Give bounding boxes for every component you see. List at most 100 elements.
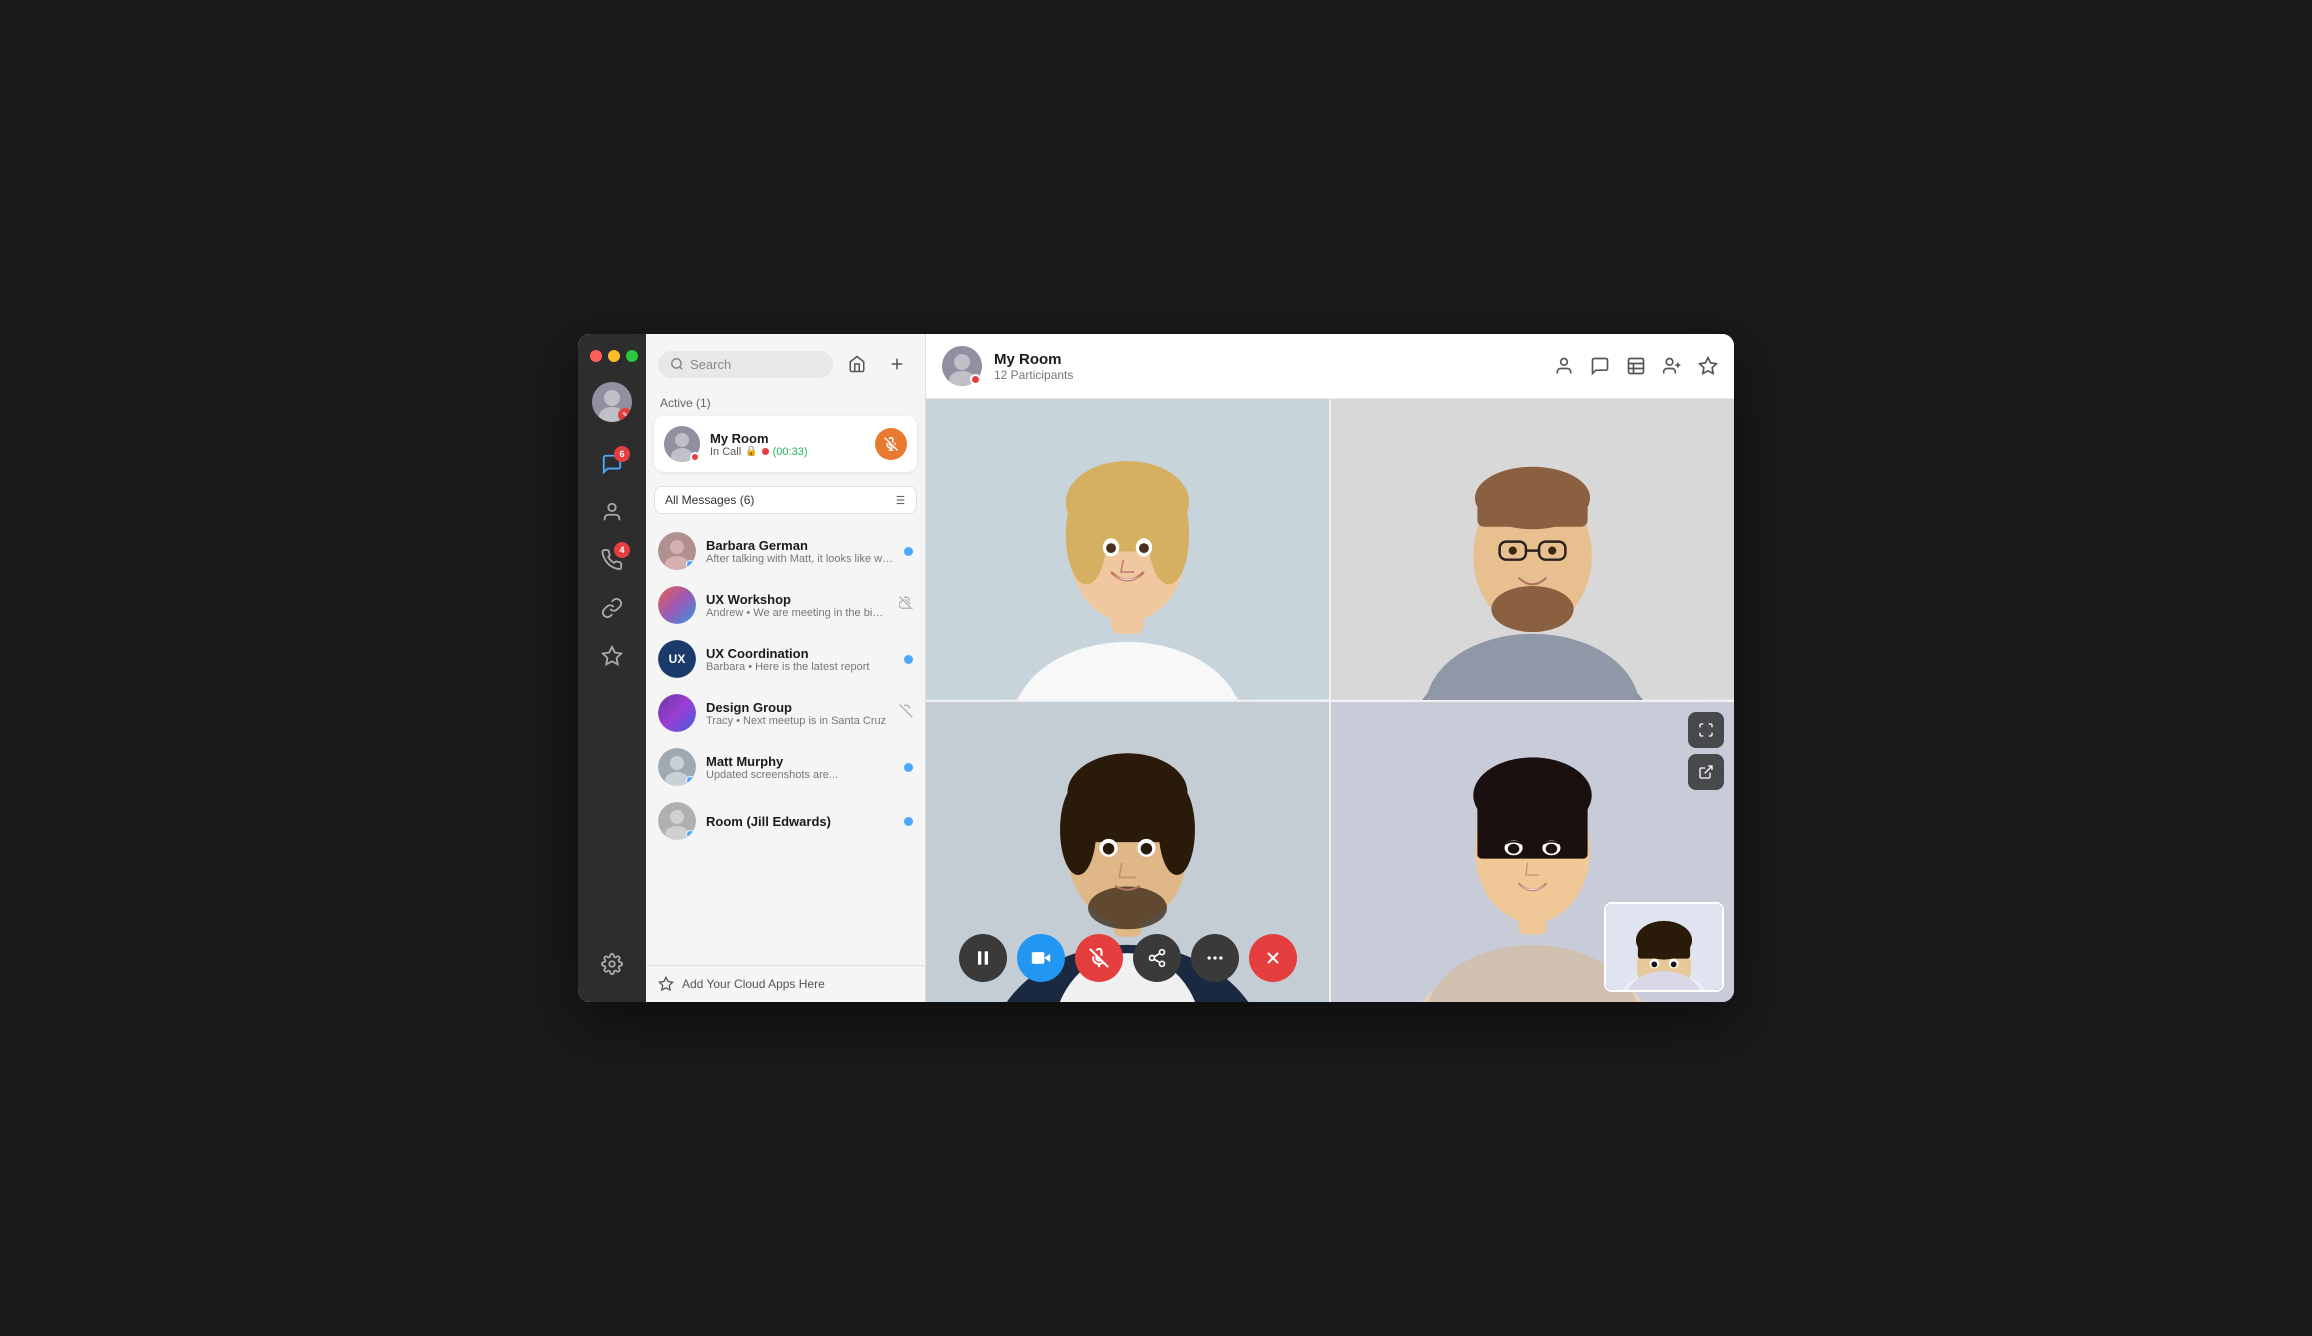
traffic-lights bbox=[578, 350, 638, 362]
list-item[interactable]: UX UX Coordination Barbara • Here is the… bbox=[646, 632, 925, 686]
conversations-list: Barbara German After talking with Matt, … bbox=[646, 520, 925, 965]
conv-avatar bbox=[658, 748, 696, 786]
conv-meta bbox=[904, 547, 913, 556]
conv-meta bbox=[899, 596, 913, 615]
filter-label: All Messages (6) bbox=[665, 493, 754, 507]
call-header-avatar bbox=[942, 346, 982, 386]
conv-preview: Barbara • Here is the latest report bbox=[706, 661, 894, 673]
add-person-action-button[interactable] bbox=[1662, 356, 1682, 376]
list-item[interactable]: Design Group Tracy • Next meetup is in S… bbox=[646, 686, 925, 740]
conv-meta bbox=[904, 763, 913, 772]
in-call-label: In Call bbox=[710, 446, 741, 458]
share-icon bbox=[1147, 948, 1167, 968]
search-icon bbox=[670, 357, 684, 371]
person-action-button[interactable] bbox=[1554, 356, 1574, 376]
mute-call-button[interactable] bbox=[875, 428, 907, 460]
conv-info: Room (Jill Edwards) bbox=[706, 814, 894, 829]
cloud-apps-footer[interactable]: Add Your Cloud Apps Here bbox=[646, 965, 925, 1002]
conv-name: Design Group bbox=[706, 700, 889, 715]
active-call-item[interactable]: My Room In Call 🔒 (00:33) bbox=[654, 416, 917, 472]
sidebar-item-integrations[interactable] bbox=[590, 634, 634, 678]
active-call-info: My Room In Call 🔒 (00:33) bbox=[710, 431, 865, 458]
unread-indicator bbox=[904, 547, 913, 556]
video-cell-2 bbox=[1331, 399, 1734, 700]
list-item[interactable]: Barbara German After talking with Matt, … bbox=[646, 524, 925, 578]
sidebar-item-settings[interactable] bbox=[590, 942, 634, 986]
conv-info: UX Coordination Barbara • Here is the la… bbox=[706, 646, 894, 673]
conv-meta bbox=[904, 655, 913, 664]
chat-icon bbox=[1590, 356, 1610, 376]
sparkle-action-button[interactable] bbox=[1698, 356, 1718, 376]
main-call-view: My Room 12 Participants bbox=[926, 334, 1734, 1002]
list-item[interactable]: Matt Murphy Updated screenshots are... bbox=[646, 740, 925, 794]
sidebar-bottom bbox=[590, 942, 634, 1002]
conv-preview: After talking with Matt, it looks like w… bbox=[706, 553, 894, 565]
sidebar-item-calls[interactable]: 4 bbox=[590, 538, 634, 582]
conv-name: Barbara German bbox=[706, 538, 894, 553]
video-button[interactable] bbox=[1017, 934, 1065, 982]
conv-name: UX Workshop bbox=[706, 592, 889, 607]
lock-icon: 🔒 bbox=[745, 446, 757, 457]
list-item[interactable]: Room (Jill Edwards) bbox=[646, 794, 925, 848]
conv-avatar bbox=[658, 802, 696, 840]
search-bar[interactable]: Search bbox=[658, 351, 833, 378]
more-icon bbox=[1205, 948, 1225, 968]
active-call-status-dot bbox=[690, 452, 700, 462]
sidebar-item-contacts[interactable] bbox=[590, 490, 634, 534]
header-status-dot bbox=[970, 374, 981, 385]
sidebar-item-links[interactable] bbox=[590, 586, 634, 630]
unread-dot bbox=[686, 830, 695, 839]
conv-avatar bbox=[658, 532, 696, 570]
call-header-actions bbox=[1554, 356, 1718, 376]
user-avatar[interactable]: ✎ bbox=[592, 382, 632, 422]
layout-action-button[interactable] bbox=[1626, 356, 1646, 376]
conv-preview: Andrew • We are meeting in the big conf.… bbox=[706, 607, 889, 619]
mic-button[interactable] bbox=[1075, 934, 1123, 982]
sidebar: ✎ 6 4 bbox=[578, 334, 646, 1002]
fullscreen-button[interactable] bbox=[1688, 712, 1724, 748]
chat-action-button[interactable] bbox=[1590, 356, 1610, 376]
home-icon bbox=[848, 355, 866, 373]
edit-badge: ✎ bbox=[618, 408, 632, 422]
view-controls bbox=[1688, 712, 1724, 790]
cloud-apps-label: Add Your Cloud Apps Here bbox=[682, 977, 825, 991]
filter-select[interactable]: All Messages (6) bbox=[654, 486, 917, 514]
sidebar-navigation: 6 4 bbox=[578, 442, 646, 942]
home-icon-button[interactable] bbox=[841, 348, 873, 380]
messages-badge: 6 bbox=[614, 446, 630, 462]
call-timer: (00:33) bbox=[773, 446, 808, 458]
maximize-button[interactable] bbox=[626, 350, 638, 362]
list-item[interactable]: UX Workshop Andrew • We are meeting in t… bbox=[646, 578, 925, 632]
video-icon bbox=[1031, 948, 1051, 968]
filter-icon bbox=[892, 493, 906, 507]
unread-indicator bbox=[904, 655, 913, 664]
self-view-thumbnail bbox=[1604, 902, 1724, 992]
cloud-apps-icon bbox=[658, 976, 674, 992]
unread-indicator bbox=[904, 763, 913, 772]
external-view-button[interactable] bbox=[1688, 754, 1724, 790]
unread-dot bbox=[686, 560, 695, 569]
conv-name: Room (Jill Edwards) bbox=[706, 814, 894, 829]
pause-button[interactable] bbox=[959, 934, 1007, 982]
pause-icon bbox=[973, 948, 993, 968]
active-section-label: Active (1) bbox=[646, 390, 925, 416]
messages-header: Search bbox=[646, 334, 925, 390]
conv-meta bbox=[899, 704, 913, 723]
active-call-avatar bbox=[664, 426, 700, 462]
messages-panel: Search Active (1) bbox=[646, 334, 926, 1002]
end-call-button[interactable] bbox=[1249, 934, 1297, 982]
compose-button[interactable] bbox=[881, 348, 913, 380]
video-cell-4 bbox=[1331, 702, 1734, 1003]
call-header: My Room 12 Participants bbox=[926, 334, 1734, 399]
conv-meta bbox=[904, 817, 913, 826]
minimize-button[interactable] bbox=[608, 350, 620, 362]
external-icon bbox=[1698, 764, 1714, 780]
more-button[interactable] bbox=[1191, 934, 1239, 982]
close-button[interactable] bbox=[590, 350, 602, 362]
conv-avatar bbox=[658, 586, 696, 624]
muted-icon bbox=[899, 704, 913, 723]
unread-dot bbox=[686, 776, 695, 785]
share-button[interactable] bbox=[1133, 934, 1181, 982]
sidebar-item-messages[interactable]: 6 bbox=[590, 442, 634, 486]
conv-name: Matt Murphy bbox=[706, 754, 894, 769]
